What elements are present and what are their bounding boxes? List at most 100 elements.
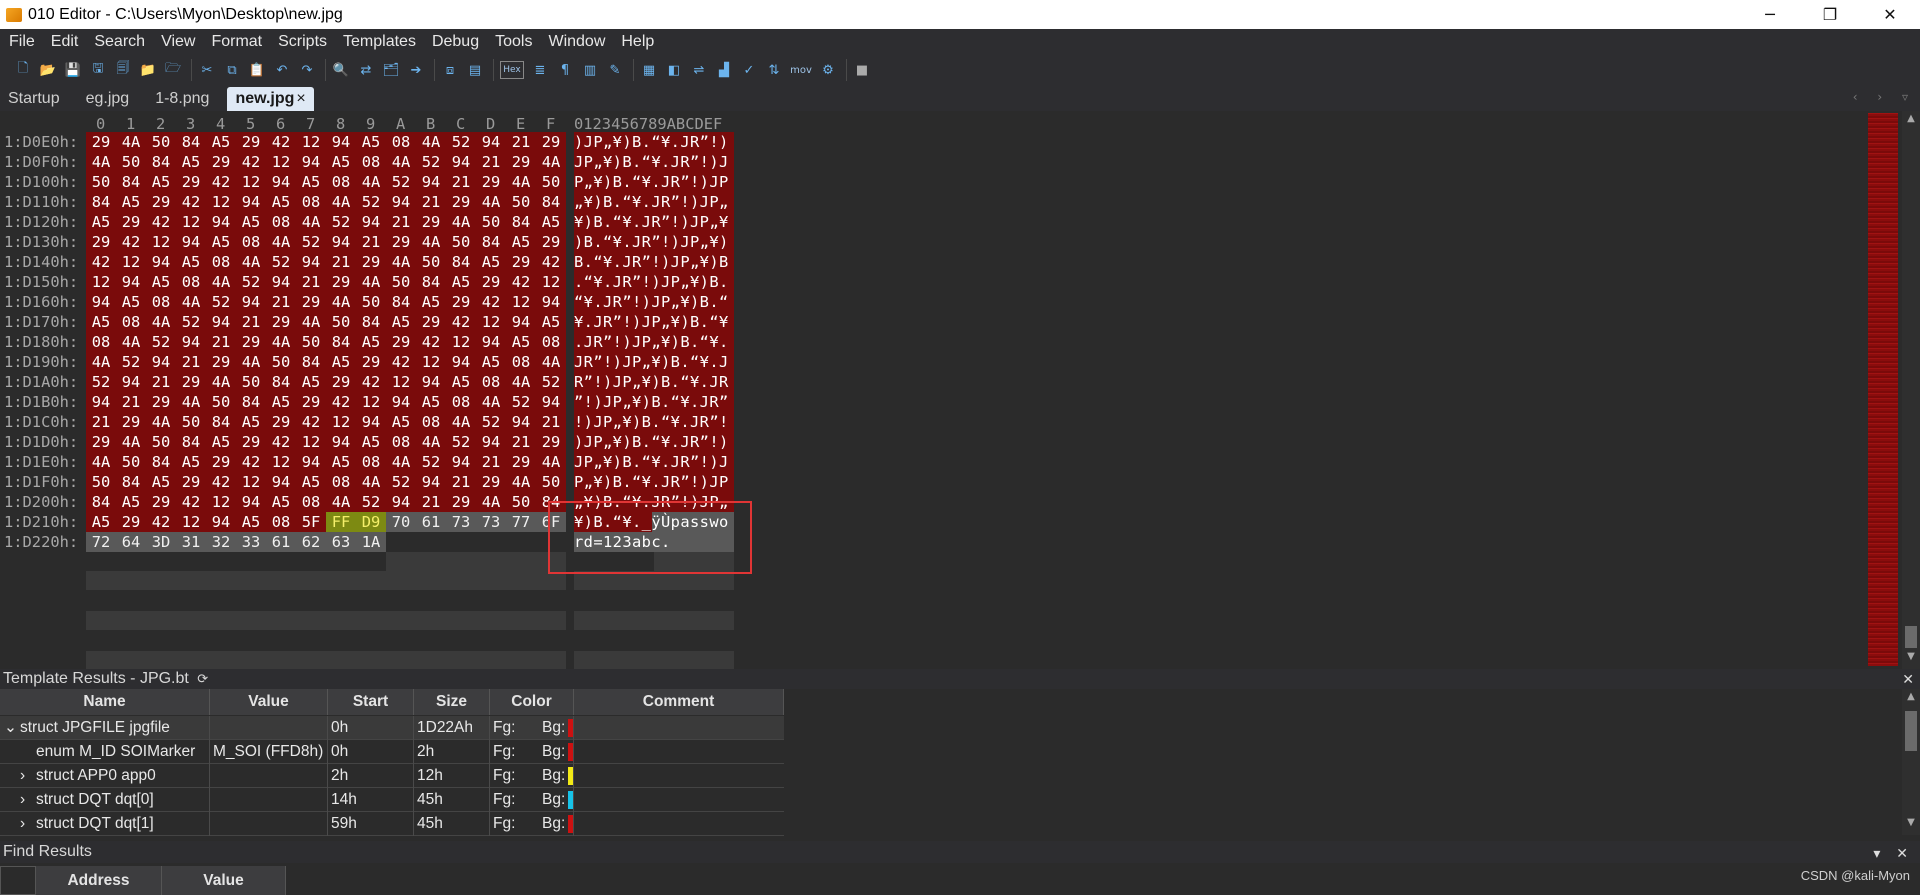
hex-byte[interactable]: 94 <box>446 152 476 172</box>
hex-byte[interactable]: 94 <box>296 452 326 472</box>
menu-item-debug[interactable]: Debug <box>425 33 488 51</box>
hex-byte[interactable]: 29 <box>176 472 206 492</box>
hex-byte[interactable]: 4A <box>86 452 116 472</box>
hex-byte[interactable]: 84 <box>236 392 266 412</box>
tab-eg-jpg[interactable]: eg.jpg <box>78 87 138 111</box>
hex-byte[interactable]: 08 <box>296 492 326 512</box>
hex-byte[interactable]: 94 <box>476 332 506 352</box>
hex-byte[interactable]: 12 <box>296 132 326 152</box>
hex-byte[interactable]: 29 <box>506 252 536 272</box>
hex-byte[interactable]: 42 <box>206 172 236 192</box>
mov-icon[interactable]: mov <box>790 61 812 79</box>
hex-byte[interactable]: 08 <box>266 212 296 232</box>
hex-byte[interactable]: 29 <box>356 352 386 372</box>
hex-byte[interactable]: FF <box>326 512 356 532</box>
hex-byte[interactable]: 21 <box>326 252 356 272</box>
hex-byte[interactable]: 52 <box>386 472 416 492</box>
hex-byte[interactable]: 29 <box>476 172 506 192</box>
hex-byte[interactable]: 84 <box>176 132 206 152</box>
hex-byte[interactable]: 29 <box>236 332 266 352</box>
tab-new-jpg[interactable]: new.jpg × <box>227 87 314 111</box>
hex-byte[interactable]: 12 <box>206 492 236 512</box>
hex-byte[interactable]: 29 <box>146 192 176 212</box>
hex-byte[interactable]: 63 <box>326 532 356 552</box>
hex-byte[interactable]: 29 <box>296 292 326 312</box>
hex-byte[interactable]: 12 <box>266 152 296 172</box>
calculator-icon[interactable]: ▦ <box>640 61 658 79</box>
tab-scroll-arrows-icon[interactable]: ‹ › ▿ <box>1853 90 1916 104</box>
hex-byte[interactable]: 94 <box>266 172 296 192</box>
ascii-text[interactable]: !)JP„¥)B.“¥.JR”! <box>574 412 734 432</box>
hex-byte[interactable]: 94 <box>86 392 116 412</box>
hex-byte[interactable]: 29 <box>116 212 146 232</box>
hex-byte[interactable]: 4A <box>236 252 266 272</box>
hex-byte[interactable]: 29 <box>266 412 296 432</box>
open-file-icon[interactable]: 📂 <box>39 61 57 79</box>
hex-byte[interactable]: 5F <box>296 512 326 532</box>
hex-byte[interactable]: 42 <box>176 192 206 212</box>
hex-byte[interactable]: 94 <box>176 232 206 252</box>
hex-byte[interactable]: 42 <box>116 232 146 252</box>
text-mode-icon[interactable]: ≣ <box>531 61 549 79</box>
menu-item-format[interactable]: Format <box>204 33 271 51</box>
hex-byte[interactable]: 12 <box>506 292 536 312</box>
hex-byte[interactable]: 94 <box>116 272 146 292</box>
hex-byte[interactable]: 52 <box>446 432 476 452</box>
hex-byte[interactable]: 50 <box>536 472 566 492</box>
hex-byte[interactable]: A5 <box>296 172 326 192</box>
hex-byte[interactable]: 50 <box>536 172 566 192</box>
hex-byte[interactable]: 50 <box>356 292 386 312</box>
ascii-text[interactable]: B.“¥.JR”!)JP„¥)B <box>574 252 734 272</box>
hex-byte[interactable]: A5 <box>356 432 386 452</box>
hex-byte[interactable]: 4A <box>446 412 476 432</box>
histogram-icon[interactable]: ▟ <box>715 61 733 79</box>
hex-byte[interactable]: 52 <box>416 152 446 172</box>
hex-byte[interactable]: 29 <box>416 312 446 332</box>
hex-byte[interactable]: 52 <box>206 292 236 312</box>
hex-byte[interactable]: 29 <box>326 372 356 392</box>
hex-byte[interactable]: 12 <box>296 432 326 452</box>
scroll-up-icon[interactable]: ▲ <box>1902 113 1920 124</box>
hex-byte[interactable]: 29 <box>446 292 476 312</box>
hex-byte[interactable]: 52 <box>416 452 446 472</box>
hex-byte[interactable]: 94 <box>236 192 266 212</box>
hex-byte[interactable]: A5 <box>176 152 206 172</box>
hex-byte[interactable]: A5 <box>236 412 266 432</box>
template-header-comment[interactable]: Comment <box>574 689 784 715</box>
hex-byte[interactable]: 61 <box>266 532 296 552</box>
hex-byte[interactable]: 42 <box>416 332 446 352</box>
hex-byte[interactable]: 94 <box>206 212 236 232</box>
highlighter-icon[interactable]: ✎ <box>606 61 624 79</box>
hex-byte[interactable]: 62 <box>296 532 326 552</box>
hex-byte[interactable]: 84 <box>386 292 416 312</box>
hex-byte[interactable]: 84 <box>86 192 116 212</box>
hex-byte[interactable]: 29 <box>236 132 266 152</box>
menu-item-help[interactable]: Help <box>614 33 663 51</box>
hex-byte[interactable]: A5 <box>176 252 206 272</box>
hex-vertical-scrollbar[interactable]: ▲ ▼ <box>1902 111 1920 669</box>
ascii-text[interactable]: )JP„¥)B.“¥.JR”!) <box>574 132 734 152</box>
hex-byte[interactable]: 21 <box>86 412 116 432</box>
menu-item-templates[interactable]: Templates <box>336 33 425 51</box>
hex-byte[interactable]: 29 <box>206 452 236 472</box>
hex-byte[interactable]: 08 <box>206 252 236 272</box>
hex-byte[interactable]: 50 <box>86 472 116 492</box>
new-file-icon[interactable]: 🗋 <box>14 61 32 79</box>
tab-close-icon[interactable]: × <box>296 90 305 108</box>
hex-byte[interactable]: 64 <box>116 532 146 552</box>
hex-byte[interactable]: 4A <box>206 272 236 292</box>
find-icon[interactable]: 🔍 <box>332 61 350 79</box>
hex-mode-icon[interactable]: Hex <box>500 61 524 79</box>
hex-byte[interactable]: A5 <box>326 452 356 472</box>
hex-byte[interactable]: 08 <box>356 152 386 172</box>
hex-byte[interactable]: 21 <box>416 192 446 212</box>
ascii-text[interactable]: ¥)B.“¥.JR”!)JP„¥ <box>574 212 734 232</box>
hex-byte[interactable]: 52 <box>356 492 386 512</box>
hex-byte[interactable]: 12 <box>266 452 296 472</box>
scroll-down-icon[interactable]: ▼ <box>1902 817 1920 828</box>
hex-byte[interactable]: 29 <box>236 432 266 452</box>
hex-byte[interactable]: 4A <box>416 232 446 252</box>
hex-byte[interactable]: 4A <box>536 452 566 472</box>
hex-byte[interactable]: 52 <box>476 412 506 432</box>
tab-startup[interactable]: Startup <box>0 87 68 111</box>
